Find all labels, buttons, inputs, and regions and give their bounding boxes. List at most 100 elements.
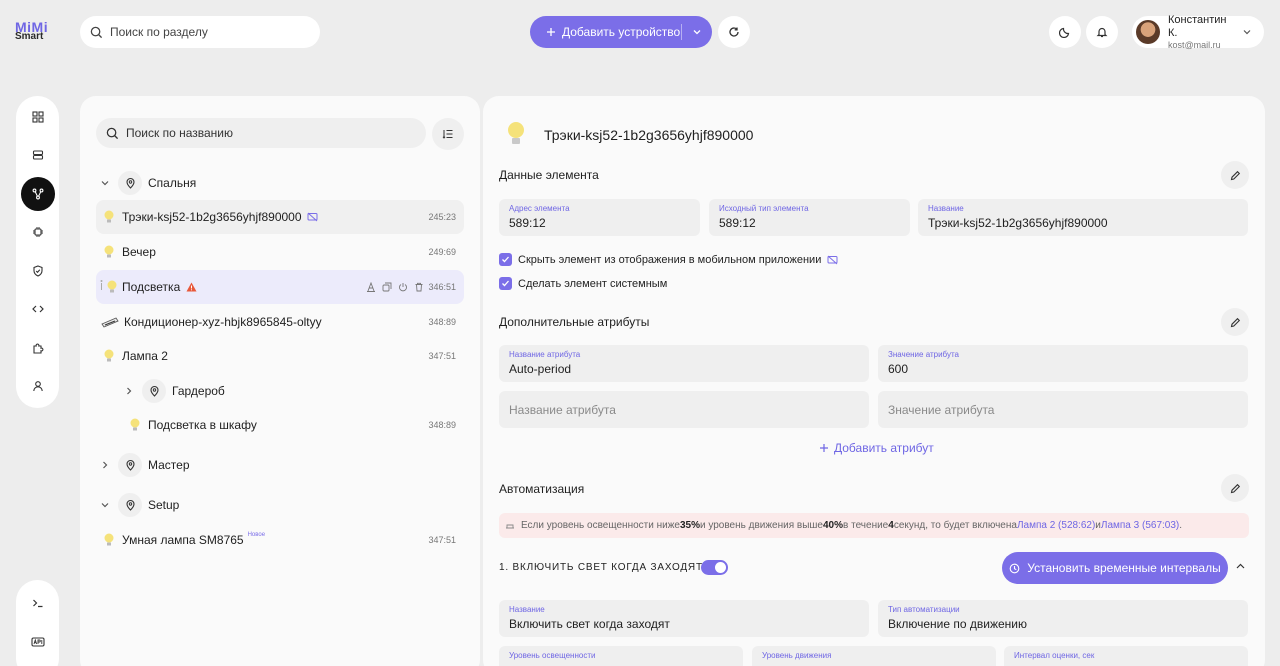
chevron-down-icon[interactable]: [96, 178, 114, 188]
trash-icon[interactable]: [414, 282, 424, 292]
nav-plugins[interactable]: [21, 331, 55, 365]
tree-row-label: Умная лампа SM8765: [122, 533, 244, 547]
nav-terminal[interactable]: [21, 586, 55, 620]
tree-group-bedroom[interactable]: Спальня: [96, 166, 464, 200]
hide-in-mobile-checkbox[interactable]: Скрыть элемент из отображения в мобильно…: [499, 253, 838, 266]
device-link[interactable]: Лампа 3 (567:03): [1101, 520, 1179, 531]
add-device-button[interactable]: Добавить устройство: [530, 16, 712, 48]
power-icon[interactable]: [398, 282, 408, 292]
tree-item-wardrobe-light[interactable]: Подсветка в шкафу 348:89: [96, 408, 464, 442]
plus-icon: [819, 443, 829, 453]
nav-servers[interactable]: [21, 139, 55, 173]
user-icon: [32, 380, 44, 392]
attribute-name-field[interactable]: Название атрибута Auto-period: [499, 345, 869, 382]
set-intervals-button[interactable]: Установить временные интервалы: [1002, 552, 1228, 584]
chevron-down-icon: [692, 27, 702, 37]
nav-code[interactable]: [21, 293, 55, 327]
attribute-value-field[interactable]: Значение атрибута 600: [878, 345, 1248, 382]
api-icon: [30, 636, 45, 648]
chevron-right-icon[interactable]: [96, 460, 114, 470]
tree-item-ac[interactable]: Кондиционер-xyz-hbjk8965845-oltyy 348:89: [96, 305, 464, 339]
field-value: 600: [888, 362, 909, 376]
tree-item-treki[interactable]: Трэки-ksj52-1b2g3656yhjf890000 245:23: [96, 200, 464, 234]
avatar: [1136, 20, 1160, 44]
input-placeholder: Значение атрибута: [888, 402, 995, 417]
nav-elements[interactable]: [20, 177, 55, 211]
field-caption: Интервал оценки, сек: [1014, 651, 1095, 660]
edit-automation-button[interactable]: [1221, 474, 1249, 502]
automation-summary-banner: Если уровень освещенности ниже 35% и уро…: [499, 513, 1249, 538]
nav-dashboard[interactable]: [21, 100, 55, 134]
user-menu[interactable]: Константин К. kost@mail.ru: [1132, 14, 1264, 50]
field-caption: Уровень освещенности: [509, 651, 596, 660]
light-level-field[interactable]: Уровень освещенности: [499, 646, 743, 666]
nav-api[interactable]: [21, 625, 55, 659]
tree-item-backlight[interactable]: Подсветка 346:51: [96, 270, 464, 304]
terminal-icon: [32, 597, 44, 609]
automation-name-field[interactable]: Название Включить свет когда заходят: [499, 600, 869, 637]
tree-row-label: Спальня: [148, 176, 197, 190]
copy-icon[interactable]: [382, 282, 392, 292]
tree-item-smart-lamp[interactable]: Умная лампа SM8765 Новое 347:51: [96, 523, 464, 557]
rename-icon[interactable]: [366, 282, 376, 292]
add-attribute-link[interactable]: Добавить атрибут: [819, 441, 934, 455]
motion-level-field[interactable]: Уровень движения: [752, 646, 996, 666]
notifications-button[interactable]: [1086, 16, 1118, 48]
automation-enabled-toggle[interactable]: [701, 560, 728, 575]
tree-row-time: 348:89: [428, 317, 456, 327]
tree-item-lamp2[interactable]: Лампа 2 347:51: [96, 339, 464, 373]
set-intervals-label: Установить временные интервалы: [1027, 561, 1221, 575]
chevron-down-icon: [1242, 27, 1252, 37]
nav-users[interactable]: [21, 370, 55, 404]
automation-type-field[interactable]: Тип автоматизации Включение по движению: [878, 600, 1248, 637]
element-name-field[interactable]: Название Трэки-ksj52-1b2g3656yhjf890000: [918, 199, 1248, 236]
bulb-icon: [96, 532, 122, 548]
tree-group-master[interactable]: Мастер: [96, 448, 464, 482]
location-pin-icon: [118, 453, 142, 477]
new-attribute-name-input[interactable]: Название атрибута: [499, 391, 869, 428]
tree-row-label: Подсветка в шкафу: [148, 418, 257, 432]
chevron-down-icon[interactable]: [96, 500, 114, 510]
section-search[interactable]: Поиск по разделу: [80, 16, 320, 48]
edit-element-button[interactable]: [1221, 161, 1249, 189]
bulb-icon: [122, 417, 148, 433]
pencil-icon: [1230, 483, 1241, 494]
tree-group-wardrobe[interactable]: Гардероб: [96, 374, 464, 408]
evaluation-interval-field[interactable]: Интервал оценки, сек: [1004, 646, 1248, 666]
device-title: Трэки-ksj52-1b2g3656yhjf890000: [544, 127, 754, 143]
add-device-dropdown[interactable]: [682, 27, 712, 37]
tree-group-setup[interactable]: Setup: [96, 488, 464, 522]
field-value: Включить свет когда заходят: [509, 617, 670, 631]
theme-toggle-button[interactable]: [1049, 16, 1081, 48]
code-icon: [31, 303, 44, 315]
tree-row-time: 347:51: [428, 535, 456, 545]
location-pin-icon: [142, 379, 166, 403]
tree-row-label: Кондиционер-xyz-hbjk8965845-oltyy: [124, 315, 322, 329]
element-source-type-field[interactable]: Исходный тип элемента 589:12: [709, 199, 910, 236]
edit-attributes-button[interactable]: [1221, 308, 1249, 336]
tree-item-evening[interactable]: Вечер 249:69: [96, 235, 464, 269]
grid-icon: [31, 111, 44, 123]
user-email: kost@mail.ru: [1168, 39, 1221, 50]
tree-row-time: 348:89: [428, 420, 456, 430]
sort-button[interactable]: [432, 118, 464, 150]
tree-search-input[interactable]: Поиск по названию: [96, 118, 426, 148]
chevron-right-icon[interactable]: [120, 386, 138, 396]
new-attribute-value-input[interactable]: Значение атрибута: [878, 391, 1248, 428]
warning-icon: [186, 282, 197, 292]
brand-line2: Smart: [15, 31, 44, 42]
automation-rule-title: 1. ВКЛЮЧИТЬ СВЕТ КОГДА ЗАХОДЯТ: [499, 562, 703, 573]
nav-devices[interactable]: [21, 216, 55, 250]
device-link[interactable]: Лампа 2 (528:62): [1017, 520, 1095, 531]
nav-security[interactable]: [21, 254, 55, 288]
bulb-icon: [96, 209, 122, 225]
new-badge: Новое: [247, 532, 266, 538]
make-system-checkbox[interactable]: Сделать элемент системным: [499, 277, 667, 290]
hierarchy-icon: [32, 188, 44, 200]
pencil-icon: [1230, 170, 1241, 181]
add-device-main[interactable]: Добавить устройство: [530, 25, 681, 39]
element-address-field[interactable]: Адрес элемента 589:12: [499, 199, 700, 236]
brand-logo[interactable]: MiMi Smart: [15, 20, 48, 42]
collapse-rule-button[interactable]: [1235, 561, 1246, 572]
refresh-button[interactable]: [718, 16, 750, 48]
